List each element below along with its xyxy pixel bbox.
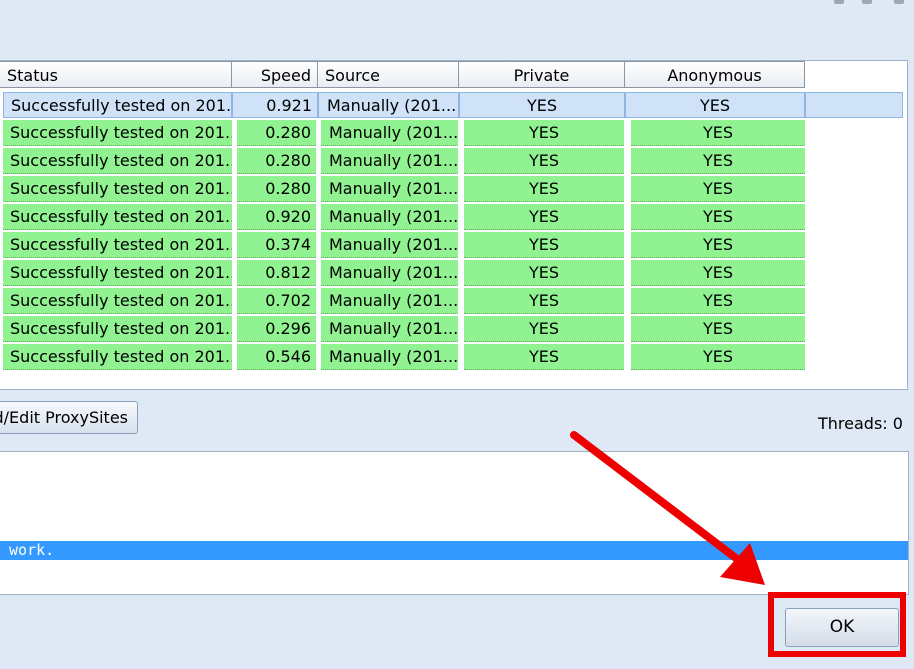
cell-private: YES bbox=[459, 92, 625, 118]
cell-speed: 0.920 bbox=[237, 204, 316, 230]
selected-row-fill bbox=[805, 92, 903, 118]
cell-anonymous: YES bbox=[631, 288, 805, 314]
column-header-private[interactable]: Private bbox=[459, 61, 625, 88]
annotation-arrow-icon bbox=[570, 431, 765, 585]
annotation-highlight-box bbox=[768, 592, 906, 657]
window-controls bbox=[814, 0, 914, 6]
cell-private: YES bbox=[464, 176, 624, 202]
cell-status: Successfully tested on 201... bbox=[3, 344, 232, 370]
cell-anonymous: YES bbox=[631, 344, 805, 370]
table-row[interactable]: Successfully tested on 201... 0.280 Manual… bbox=[0, 120, 907, 147]
cell-anonymous: YES bbox=[631, 260, 805, 286]
cell-speed: 0.921 bbox=[232, 92, 318, 118]
cell-speed: 0.280 bbox=[237, 148, 316, 174]
table-row[interactable]: Successfully tested on 201... 0.921 Manual… bbox=[0, 92, 907, 119]
table-header: Status Speed Source Private Anonymous bbox=[0, 61, 907, 90]
table-row[interactable]: Successfully tested on 201... 0.812 Manual… bbox=[0, 260, 907, 287]
cell-private: YES bbox=[464, 204, 624, 230]
table-row[interactable]: Successfully tested on 201... 0.296 Manual… bbox=[0, 316, 907, 343]
cell-speed: 0.812 bbox=[237, 260, 316, 286]
cell-private: YES bbox=[464, 316, 624, 342]
threads-count: Threads: 0 bbox=[818, 414, 903, 433]
cell-status: Successfully tested on 201... bbox=[3, 120, 232, 146]
cell-anonymous: YES bbox=[625, 92, 805, 118]
column-header-source[interactable]: Source bbox=[318, 61, 459, 88]
cell-status: Successfully tested on 201... bbox=[3, 148, 232, 174]
cell-anonymous: YES bbox=[631, 176, 805, 202]
cell-source: Manually (201... bbox=[321, 232, 458, 258]
cell-private: YES bbox=[464, 120, 624, 146]
table-row[interactable]: Successfully tested on 201... 0.374 Manual… bbox=[0, 232, 907, 259]
table-row[interactable]: Successfully tested on 201... 0.702 Manual… bbox=[0, 288, 907, 315]
cell-speed: 0.280 bbox=[237, 176, 316, 202]
cell-status: Successfully tested on 201... bbox=[3, 204, 232, 230]
cell-status: Successfully tested on 201... bbox=[3, 92, 232, 118]
cell-status: Successfully tested on 201... bbox=[3, 288, 232, 314]
cell-status: Successfully tested on 201... bbox=[3, 260, 232, 286]
column-header-speed[interactable]: Speed bbox=[232, 61, 318, 88]
cell-private: YES bbox=[464, 288, 624, 314]
cell-anonymous: YES bbox=[631, 148, 805, 174]
cell-source: Manually (201... bbox=[318, 92, 459, 118]
proxy-table[interactable]: Status Speed Source Private Anonymous Su… bbox=[0, 60, 908, 390]
table-row[interactable]: Successfully tested on 201... 0.280 Manual… bbox=[0, 176, 907, 203]
cell-speed: 0.296 bbox=[237, 316, 316, 342]
column-header-status[interactable]: Status bbox=[0, 61, 232, 88]
cell-status: Successfully tested on 201... bbox=[3, 316, 232, 342]
table-row[interactable]: Successfully tested on 201... 0.280 Manual… bbox=[0, 148, 907, 175]
table-row[interactable]: Successfully tested on 201... 0.920 Manual… bbox=[0, 204, 907, 231]
cell-source: Manually (201... bbox=[321, 204, 458, 230]
cell-source: Manually (201... bbox=[321, 288, 458, 314]
cell-source: Manually (201... bbox=[321, 344, 458, 370]
cell-speed: 0.374 bbox=[237, 232, 316, 258]
cell-source: Manually (201... bbox=[321, 176, 458, 202]
cell-anonymous: YES bbox=[631, 232, 805, 258]
cell-status: Successfully tested on 201... bbox=[3, 232, 232, 258]
add-edit-proxysites-button[interactable]: d/Edit ProxySites bbox=[0, 401, 138, 434]
cell-status: Successfully tested on 201... bbox=[3, 176, 232, 202]
cell-speed: 0.546 bbox=[237, 344, 316, 370]
cell-private: YES bbox=[464, 260, 624, 286]
cell-source: Manually (201... bbox=[321, 316, 458, 342]
cell-anonymous: YES bbox=[631, 316, 805, 342]
cell-speed: 0.702 bbox=[237, 288, 316, 314]
cell-private: YES bbox=[464, 344, 624, 370]
cell-anonymous: YES bbox=[631, 120, 805, 146]
cell-source: Manually (201... bbox=[321, 120, 458, 146]
cell-source: Manually (201... bbox=[321, 260, 458, 286]
table-row[interactable]: Successfully tested on 201... 0.546 Manual… bbox=[0, 344, 907, 371]
cell-private: YES bbox=[464, 232, 624, 258]
cell-anonymous: YES bbox=[631, 204, 805, 230]
cell-private: YES bbox=[464, 148, 624, 174]
cell-speed: 0.280 bbox=[237, 120, 316, 146]
cell-source: Manually (201... bbox=[321, 148, 458, 174]
column-header-anonymous[interactable]: Anonymous bbox=[625, 61, 805, 88]
